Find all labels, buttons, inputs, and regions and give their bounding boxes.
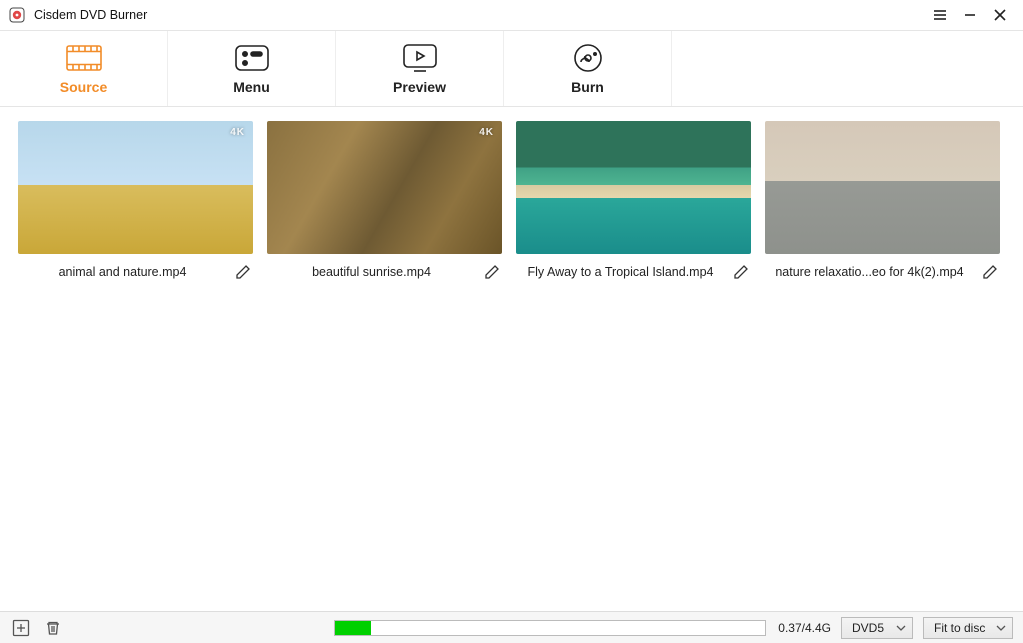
disc-type-dropdown[interactable]: DVD5 [841,617,913,639]
close-button[interactable] [985,0,1015,30]
video-thumbnail[interactable] [516,121,751,254]
minimize-button[interactable] [955,0,985,30]
edit-video-button[interactable] [980,262,1000,282]
tab-burn[interactable]: Burn [504,31,672,106]
edit-video-button[interactable] [482,262,502,282]
video-thumbnail[interactable]: 4K [267,121,502,254]
tab-label: Burn [571,79,604,95]
video-filename: beautiful sunrise.mp4 [267,265,476,279]
quality-value: Fit to disc [934,621,985,635]
tab-label: Menu [233,79,270,95]
app-icon [8,6,26,24]
tab-label: Source [60,79,107,95]
preview-monitor-icon [403,43,437,73]
video-card[interactable]: 4K animal and nature.mp4 [18,121,253,282]
filmstrip-icon [66,43,102,73]
capacity-fill [335,621,371,635]
video-card[interactable]: 4K beautiful sunrise.mp4 [267,121,502,282]
menu-screen-icon [235,43,269,73]
bottom-toolbar: 0.37/4.4G DVD5 Fit to disc [0,611,1023,643]
video-filename: Fly Away to a Tropical Island.mp4 [516,265,725,279]
delete-video-button[interactable] [42,617,64,639]
video-filename: nature relaxatio...eo for 4k(2).mp4 [765,265,974,279]
window-title: Cisdem DVD Burner [34,8,147,22]
video-card[interactable]: Fly Away to a Tropical Island.mp4 [516,121,751,282]
quality-dropdown[interactable]: Fit to disc [923,617,1013,639]
hamburger-menu-button[interactable] [925,0,955,30]
video-thumbnail[interactable] [765,121,1000,254]
edit-video-button[interactable] [731,262,751,282]
chevron-down-icon [996,623,1006,633]
tab-source[interactable]: Source [0,31,168,106]
titlebar: Cisdem DVD Burner [0,0,1023,30]
chevron-down-icon [896,623,906,633]
capacity-progressbar [334,620,766,636]
resolution-badge: 4K [479,127,494,138]
video-filename: animal and nature.mp4 [18,265,227,279]
main-tabs: Source Menu Preview [0,30,1023,107]
video-grid-area: 4K animal and nature.mp4 4K beautiful su… [0,107,1023,611]
add-video-button[interactable] [10,617,32,639]
capacity-text: 0.37/4.4G [778,621,831,635]
tab-label: Preview [393,79,446,95]
disc-burn-icon [573,43,603,73]
resolution-badge: 4K [230,127,245,138]
disc-type-value: DVD5 [852,621,884,635]
video-card[interactable]: nature relaxatio...eo for 4k(2).mp4 [765,121,1000,282]
tab-menu[interactable]: Menu [168,31,336,106]
tab-preview[interactable]: Preview [336,31,504,106]
video-thumbnail[interactable]: 4K [18,121,253,254]
edit-video-button[interactable] [233,262,253,282]
